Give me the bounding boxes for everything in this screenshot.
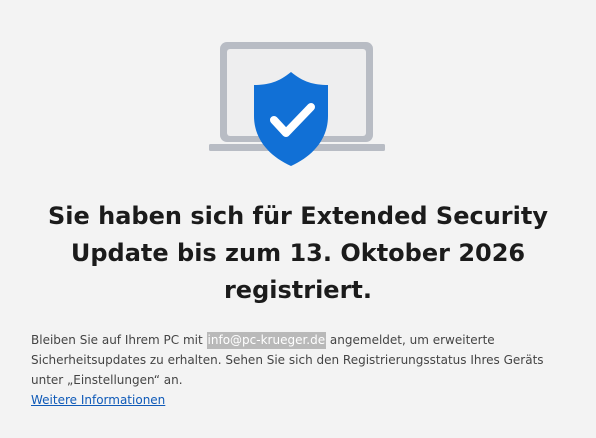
laptop-shield-checkmark-icon (209, 42, 385, 166)
account-email: info@pc-krueger.de (206, 332, 327, 349)
hero-illustration (0, 0, 596, 180)
body-text: Bleiben Sie auf Ihrem PC mit info@pc-kru… (31, 330, 571, 390)
shield-icon (254, 72, 328, 166)
registration-headline: Sie haben sich für Extended Security Upd… (48, 202, 548, 304)
more-info-link[interactable]: Weitere Informationen (31, 390, 165, 410)
body-text-part1: Bleiben Sie auf Ihrem PC mit (31, 333, 207, 347)
